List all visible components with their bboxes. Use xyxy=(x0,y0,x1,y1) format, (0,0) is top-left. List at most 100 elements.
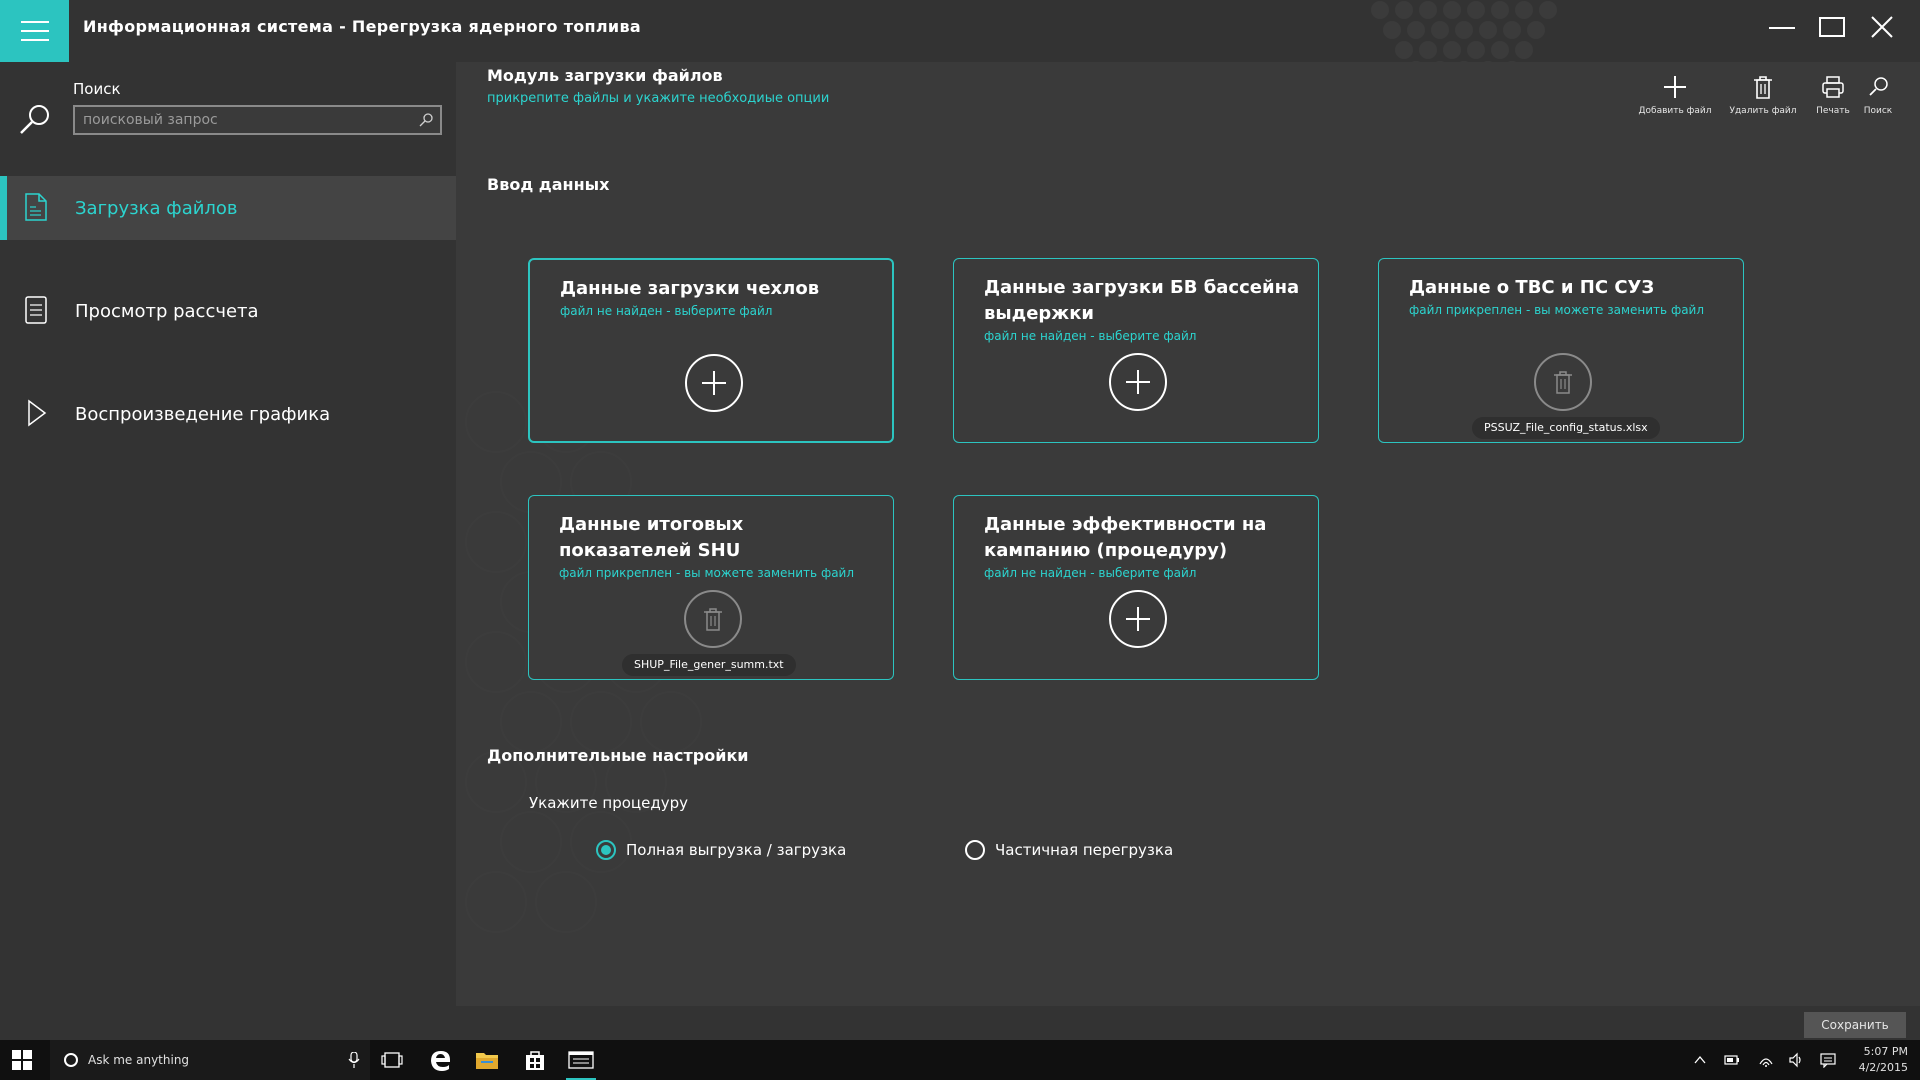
play-icon xyxy=(28,399,47,427)
sidebar-item-label: Загрузка файлов xyxy=(75,197,238,219)
radio-label: Частичная перегрузка xyxy=(995,841,1174,859)
card-title: Данные эффективности на кампанию (процед… xyxy=(984,514,1267,561)
search-box xyxy=(73,105,442,135)
sidebar-item-view-calculation[interactable]: Просмотр рассчета xyxy=(0,279,456,343)
radio-label: Полная выгрузка / загрузка xyxy=(626,841,847,859)
document-icon xyxy=(25,193,47,221)
volume-icon[interactable] xyxy=(1788,1052,1804,1068)
cortana-icon xyxy=(64,1053,78,1067)
add-file-circle-button[interactable] xyxy=(1109,353,1167,411)
card-title: Данные загрузки БВ бассейна выдержки xyxy=(984,277,1300,324)
upload-card-tvs[interactable]: Данные о ТВС и ПС СУЗ файл прикреплен - … xyxy=(1378,258,1744,443)
sidebar-item-file-upload[interactable]: Загрузка файлов xyxy=(0,176,456,240)
card-status: файл прикреплен - вы можете заменить фай… xyxy=(559,566,855,580)
delete-file-button[interactable]: Удалить файл xyxy=(1723,74,1803,116)
trash-icon xyxy=(704,608,722,631)
task-view-icon xyxy=(381,1052,403,1068)
search-submit-icon[interactable] xyxy=(418,112,434,128)
add-file-circle-button[interactable] xyxy=(1109,590,1167,648)
add-file-button[interactable]: Добавить файл xyxy=(1635,74,1715,116)
task-view-button[interactable] xyxy=(379,1048,405,1072)
system-clock[interactable]: 5:07 PM 4/2/2015 xyxy=(1859,1044,1908,1076)
plus-icon xyxy=(1126,607,1150,631)
edge-browser-icon xyxy=(431,1051,450,1071)
file-explorer-button[interactable] xyxy=(474,1048,500,1072)
search-label: Поиск xyxy=(73,80,121,98)
attached-file-chip: SHUP_File_gener_summ.txt xyxy=(622,654,796,676)
toolbar-search-button[interactable]: Поиск xyxy=(1848,74,1908,116)
battery-icon[interactable] xyxy=(1724,1052,1740,1068)
add-file-circle-button[interactable] xyxy=(685,354,743,412)
upload-card-covers[interactable]: Данные загрузки чехлов файл не найден - … xyxy=(528,258,894,443)
plus-icon xyxy=(1126,370,1150,394)
plus-icon xyxy=(1664,76,1686,98)
app-window-icon xyxy=(568,1051,594,1069)
plus-icon xyxy=(702,371,726,395)
sidebar: Поиск Загрузка файлов Просмотр рассчета xyxy=(0,62,456,1040)
trash-icon xyxy=(1754,76,1772,99)
clock-date: 4/2/2015 xyxy=(1858,1061,1908,1074)
windows-taskbar: Ask me anything 5:07 PM 4/2/2015 xyxy=(0,1040,1920,1080)
delete-file-label: Удалить файл xyxy=(1729,106,1797,116)
radio-circle xyxy=(965,840,985,860)
radio-circle xyxy=(596,840,616,860)
hexagon-pattern-decoration xyxy=(465,391,702,933)
search-icon[interactable] xyxy=(18,102,52,136)
card-status: файл не найден - выберите файл xyxy=(560,304,773,318)
settings-section-title: Дополнительные настройки xyxy=(487,746,749,765)
cortana-search-box[interactable]: Ask me anything xyxy=(50,1040,370,1080)
windows-start-icon[interactable] xyxy=(12,1050,32,1070)
card-status: файл не найден - выберите файл xyxy=(984,329,1197,343)
hamburger-menu-button[interactable] xyxy=(0,0,69,62)
add-file-label: Добавить файл xyxy=(1638,106,1712,116)
sidebar-item-play-chart[interactable]: Воспроизведение графика xyxy=(0,382,456,446)
delete-file-circle-button[interactable] xyxy=(1534,353,1592,411)
delete-file-circle-button[interactable] xyxy=(684,590,742,648)
upload-card-efficiency[interactable]: Данные эффективности на кампанию (процед… xyxy=(953,495,1319,680)
close-button[interactable] xyxy=(1862,12,1902,42)
cortana-search-text: Ask me anything xyxy=(88,1053,190,1067)
close-icon xyxy=(1871,16,1893,38)
sidebar-item-label: Просмотр рассчета xyxy=(75,300,259,322)
procedure-label: Укажите процедуру xyxy=(529,794,688,812)
list-icon xyxy=(25,296,47,324)
edge-browser-button[interactable] xyxy=(427,1048,453,1072)
radio-dot xyxy=(601,845,611,855)
wifi-icon[interactable] xyxy=(1758,1052,1774,1068)
active-app-button[interactable] xyxy=(568,1048,594,1072)
store-button[interactable] xyxy=(522,1048,548,1072)
microphone-icon[interactable] xyxy=(348,1052,360,1068)
search-icon xyxy=(1869,77,1888,96)
module-title: Модуль загрузки файлов xyxy=(487,66,723,85)
card-status: файл прикреплен - вы можете заменить фай… xyxy=(1409,303,1705,317)
folder-icon xyxy=(476,1053,498,1069)
card-title: Данные о ТВС и ПС СУЗ xyxy=(1409,277,1655,298)
notification-icon[interactable] xyxy=(1820,1052,1836,1068)
card-title: Данные итоговых показателей SHU xyxy=(559,514,744,561)
save-button[interactable]: Сохранить xyxy=(1804,1012,1906,1038)
maximize-button[interactable] xyxy=(1812,12,1852,42)
radio-partial-reload[interactable]: Частичная перегрузка xyxy=(965,840,1173,860)
search-input[interactable] xyxy=(75,107,405,133)
hamburger-icon xyxy=(20,21,49,41)
card-status: файл не найден - выберите файл xyxy=(984,566,1197,580)
app-title: Информационная система - Перегрузка ядер… xyxy=(83,17,641,36)
module-subtitle: прикрепите файлы и укажите необходиые оп… xyxy=(487,91,830,106)
upload-card-pool[interactable]: Данные загрузки БВ бассейна выдержки фай… xyxy=(953,258,1319,443)
toolbar-search-label: Поиск xyxy=(1863,106,1893,116)
minimize-button[interactable] xyxy=(1762,12,1802,42)
maximize-icon xyxy=(1819,17,1845,37)
print-label: Печать xyxy=(1816,106,1850,116)
trash-icon xyxy=(1554,371,1572,394)
main-content: Модуль загрузки файлов прикрепите файлы … xyxy=(456,62,1920,1006)
clock-time: 5:07 PM xyxy=(1863,1045,1908,1058)
bottom-action-bar: Сохранить xyxy=(456,1006,1920,1040)
card-title: Данные загрузки чехлов xyxy=(560,278,820,299)
sidebar-item-label: Воспроизведение графика xyxy=(75,403,331,425)
radio-full-upload[interactable]: Полная выгрузка / загрузка xyxy=(596,840,846,860)
chevron-up-icon[interactable] xyxy=(1692,1052,1708,1068)
upload-card-shu[interactable]: Данные итоговых показателей SHU файл при… xyxy=(528,495,894,680)
input-section-title: Ввод данных xyxy=(487,175,610,194)
store-bag-icon xyxy=(526,1051,544,1070)
attached-file-chip: PSSUZ_File_config_status.xlsx xyxy=(1472,417,1660,439)
